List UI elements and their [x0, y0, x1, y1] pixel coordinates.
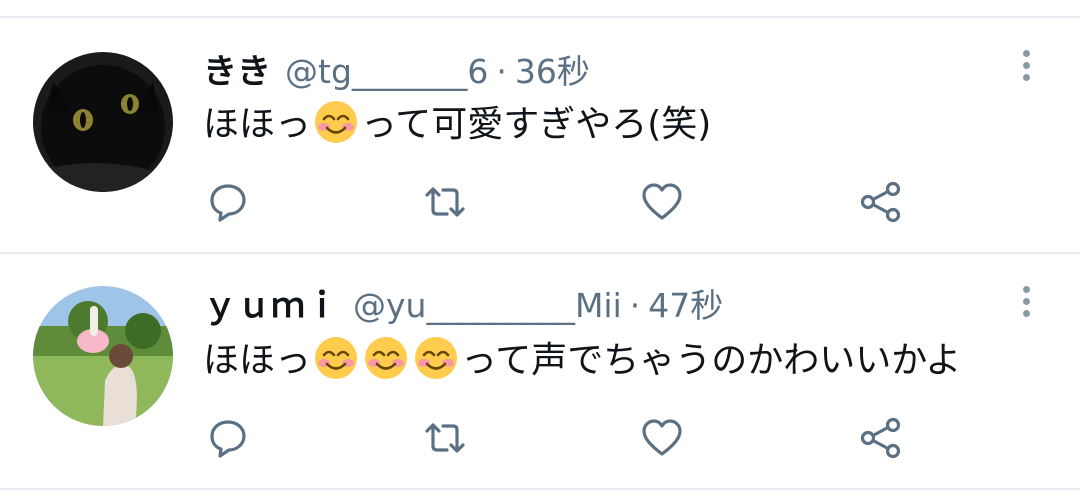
smiling-face-with-blush-emoji: [314, 100, 358, 144]
tweet-header: ｙｕｍｉ @yu_________Mii · 47秒: [203, 284, 723, 328]
tweet-header: きき @tg_______6 · 36秒: [203, 50, 590, 94]
smiling-face-with-blush-emoji: [364, 336, 408, 380]
user-handle[interactable]: @yu_________Mii: [353, 286, 622, 325]
retweet-icon: [423, 416, 467, 460]
display-name[interactable]: ｙｕｍｉ: [203, 286, 339, 326]
reply-button[interactable]: [206, 180, 250, 224]
bottom-divider: [0, 488, 1080, 490]
display-name[interactable]: きき: [203, 52, 271, 92]
reply-icon: [206, 416, 250, 460]
share-button[interactable]: [859, 416, 903, 460]
share-icon: [859, 180, 903, 224]
like-icon: [640, 416, 684, 460]
more-options-icon[interactable]: [1014, 286, 1038, 326]
tweet-text-end: って声でちゃうのかわいいかよ: [461, 340, 962, 381]
avatar[interactable]: [33, 52, 173, 192]
retweet-icon: [423, 180, 467, 224]
like-button[interactable]: [640, 180, 684, 224]
tweet-text-start: ほほっ: [203, 104, 312, 145]
share-button[interactable]: [859, 180, 903, 224]
tweet-item-2[interactable]: ｙｕｍｉ @yu_________Mii · 47秒 ほほっ って声でちゃうのかわいいか…: [0, 254, 1080, 486]
tweet-text: ほほっ って可愛すぎやろ(笑): [203, 100, 711, 149]
tweet-text-start: ほほっ: [203, 340, 312, 381]
like-button[interactable]: [640, 416, 684, 460]
more-options-icon[interactable]: [1014, 50, 1038, 90]
tweet-text: ほほっ って声でちゃうのかわいいかよ: [203, 336, 961, 385]
avatar[interactable]: [33, 286, 173, 426]
reply-icon: [206, 180, 250, 224]
retweet-button[interactable]: [423, 180, 467, 224]
retweet-button[interactable]: [423, 416, 467, 460]
smiling-face-with-blush-emoji: [414, 336, 458, 380]
reply-button[interactable]: [206, 416, 250, 460]
separator-dot: ·: [629, 286, 641, 325]
smiling-face-with-blush-emoji: [314, 336, 358, 380]
user-handle[interactable]: @tg_______6: [285, 52, 488, 91]
tweet-text-end: って可愛すぎやろ(笑): [361, 104, 712, 145]
timestamp[interactable]: 47秒: [648, 286, 723, 325]
timestamp[interactable]: 36秒: [515, 52, 590, 91]
tweet-item-1[interactable]: きき @tg_______6 · 36秒 ほほっ って可愛すぎやろ(笑): [0, 18, 1080, 250]
share-icon: [859, 416, 903, 460]
like-icon: [640, 180, 684, 224]
separator-dot: ·: [496, 52, 507, 91]
